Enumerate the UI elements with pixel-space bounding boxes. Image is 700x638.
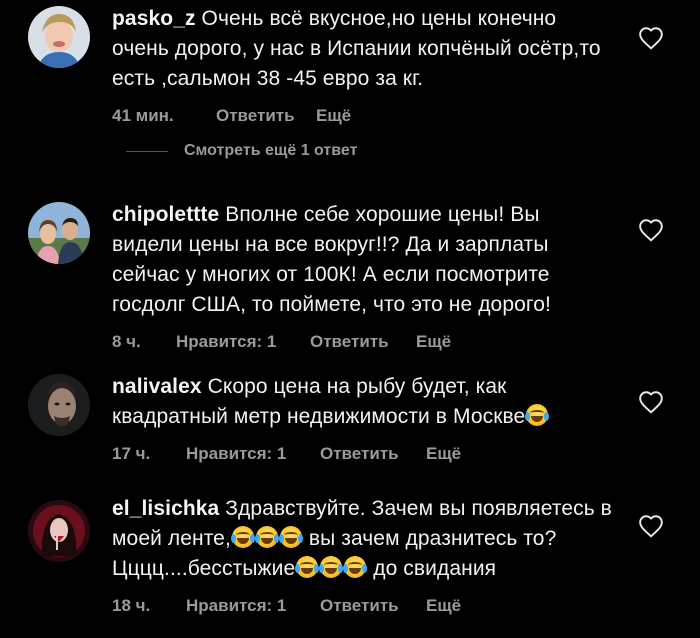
- reply-button[interactable]: Ответить: [320, 596, 426, 616]
- more-button[interactable]: Ещё: [316, 106, 351, 126]
- likes-count[interactable]: Нравится: 1: [186, 444, 320, 464]
- face-with-tears-of-joy-emoji: [295, 556, 320, 578]
- comment-username[interactable]: chipolettte: [112, 203, 219, 226]
- avatar-image: [28, 202, 90, 264]
- face-with-tears-of-joy-emoji: [525, 404, 550, 426]
- comment-username[interactable]: nalivalex: [112, 375, 202, 398]
- more-button[interactable]: Ещё: [416, 332, 451, 352]
- comment-time: 18 ч.: [112, 596, 151, 615]
- comment-time: 41 мин.: [112, 106, 174, 125]
- reply-button[interactable]: Ответить: [216, 106, 316, 126]
- reply-button[interactable]: Ответить: [310, 332, 416, 352]
- face-with-tears-of-joy-emoji: [254, 526, 279, 548]
- face-with-tears-of-joy-emoji: [230, 526, 255, 548]
- comment-text: до свидания: [367, 557, 497, 580]
- comment-item: pasko_z Очень всё вкусное,но цены конечн…: [0, 0, 700, 130]
- heart-icon: [639, 391, 663, 414]
- more-button[interactable]: Ещё: [426, 596, 461, 616]
- avatar-image: [28, 500, 90, 562]
- view-more-replies-button[interactable]: Смотреть ещё 1 ответ: [126, 142, 357, 160]
- more-button[interactable]: Ещё: [426, 444, 461, 464]
- reply-button[interactable]: Ответить: [320, 444, 426, 464]
- comment-time: 17 ч.: [112, 444, 151, 463]
- avatar[interactable]: [28, 374, 90, 436]
- comment-time: 8 ч.: [112, 332, 141, 351]
- avatar-image: [28, 6, 90, 68]
- like-button[interactable]: [638, 26, 664, 50]
- avatar-image: [28, 374, 90, 436]
- like-button[interactable]: [638, 218, 664, 242]
- face-with-tears-of-joy-emoji: [343, 556, 368, 578]
- heart-icon: [639, 515, 663, 538]
- likes-count[interactable]: Нравится: 1: [186, 596, 320, 616]
- like-button[interactable]: [638, 514, 664, 538]
- face-with-tears-of-joy-emoji: [319, 556, 344, 578]
- like-button[interactable]: [638, 390, 664, 414]
- face-with-tears-of-joy-emoji: [278, 526, 303, 548]
- view-more-replies-label: Смотреть ещё 1 ответ: [184, 142, 358, 159]
- heart-icon: [639, 219, 663, 242]
- avatar[interactable]: [28, 6, 90, 68]
- comment-item: chipolettte Вполне себе хорошие цены! Вы…: [0, 196, 700, 351]
- comment-username[interactable]: pasko_z: [112, 7, 196, 30]
- likes-count[interactable]: Нравится: 1: [176, 332, 310, 352]
- comment-item: nalivalex Скоро цена на рыбу будет, как …: [0, 368, 700, 463]
- comment-username[interactable]: el_lisichka: [112, 497, 219, 520]
- divider-line: [126, 150, 168, 152]
- avatar[interactable]: [28, 202, 90, 264]
- avatar[interactable]: [28, 500, 90, 562]
- comment-item: el_lisichka Здравствуйте. Зачем вы появл…: [0, 494, 700, 616]
- heart-icon: [639, 27, 663, 50]
